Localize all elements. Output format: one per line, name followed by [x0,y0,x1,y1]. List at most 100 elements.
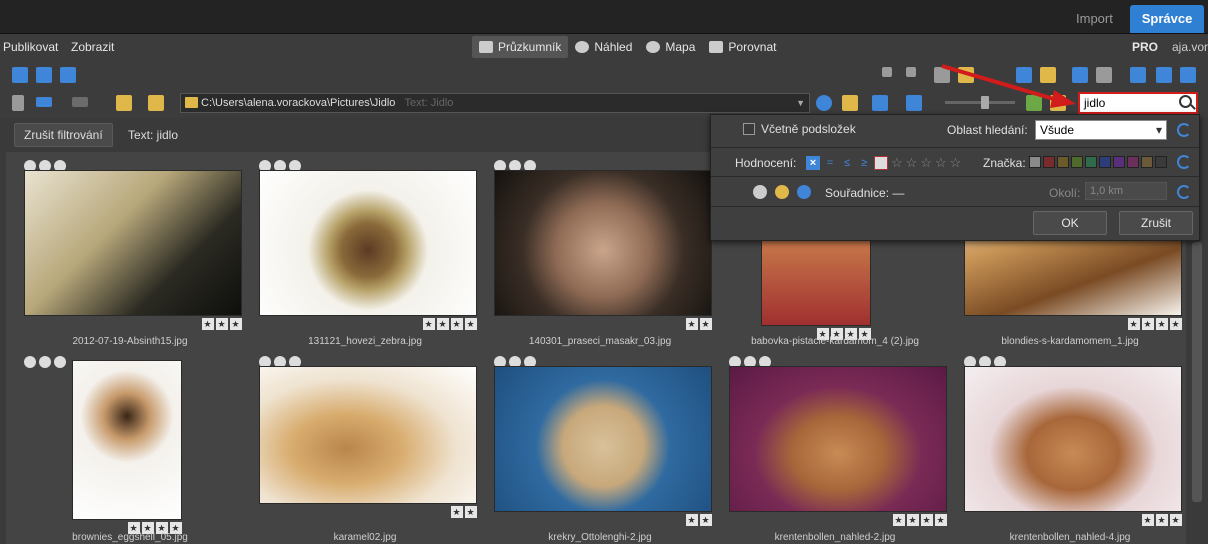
thumbnail-view-icon[interactable] [906,95,922,111]
share-icon[interactable] [1156,67,1172,83]
menu-view[interactable]: Zobrazit [71,40,114,54]
edit-icon[interactable] [1130,67,1146,83]
layout-columns-icon[interactable] [60,67,76,83]
reset-rating-icon[interactable] [1177,155,1191,169]
rating-op-none[interactable]: × [806,156,820,170]
thumbnail-item[interactable]: ★ ★ krekry_Ottolenghi-2.jpg [486,352,714,544]
thumbnail-image[interactable] [964,366,1182,512]
tag-color-swatch[interactable] [1141,156,1153,168]
compare-icon [709,41,724,53]
thumbnail-filename: 140301_praseci_masakr_03.jpg [528,336,672,347]
clear-filter-button[interactable]: Zrušit filtrování [14,123,113,147]
tag-color-swatch[interactable] [1071,156,1083,168]
thumbnail-item[interactable]: ★ ★ 140301_praseci_masakr_03.jpg [486,156,714,352]
thumbnail-image[interactable] [72,360,182,520]
tab-import[interactable]: Import [1064,5,1125,33]
rating-star-3[interactable]: ☆ [920,155,932,171]
radius-input[interactable]: 1,0 km [1085,182,1167,200]
path-dropdown-icon[interactable]: ▼ [796,94,805,112]
divider [711,206,1199,207]
rating-op-equal[interactable]: = [823,156,837,170]
tag-color-swatch[interactable] [1113,156,1125,168]
search-input[interactable]: jidlo [1078,92,1198,114]
thumbnail-item[interactable]: ★ ★ ★ ★ 131121_hovezi_zebra.jpg [251,156,479,352]
include-subfolders-checkbox[interactable] [743,123,755,135]
thumbnail-item[interactable]: ★ ★ karamel02.jpg [251,352,479,544]
settings-icon[interactable] [1180,67,1196,83]
rating-star-icon: ★ [202,318,214,330]
layout-single-icon[interactable] [12,67,28,83]
mode-explorer-label: Průzkumník [498,40,562,54]
location-current-icon[interactable] [775,185,789,199]
location-pin-icon[interactable] [753,185,767,199]
filter-icon[interactable] [12,95,24,111]
no-rating-icon[interactable] [874,156,888,170]
zoom-grid-icon[interactable] [906,67,916,77]
reset-location-icon[interactable] [1177,185,1191,199]
thumbnail-rating: ★ ★ ★ ★ [891,514,947,526]
rating-op-le[interactable]: ≤ [840,156,854,170]
rating-star-icon: ★ [1142,318,1154,330]
thumbnail-image[interactable] [24,170,242,316]
tag-color-swatch[interactable] [1099,156,1111,168]
rating-star-icon: ★ [686,514,698,526]
thumbnail-image[interactable] [259,366,477,504]
tag-color-swatch[interactable] [1043,156,1055,168]
thumbnail-image[interactable] [729,366,947,512]
thumbnail-image[interactable] [494,366,712,512]
mode-map[interactable]: Mapa [639,36,702,58]
tab-manager[interactable]: Správce [1130,5,1204,33]
mode-preview[interactable]: Náhled [568,36,639,58]
thumbnail-rating: ★ ★ ★ ★ [1126,318,1182,330]
tag-icon [54,356,66,368]
thumbnail-filename: krentenbollen_nahled-2.jpg [774,532,896,543]
folder-up-icon[interactable] [116,95,132,111]
rating-star-icon: ★ [423,318,435,330]
search-area-label: Oblast hledání: [947,123,1028,137]
refresh-icon[interactable] [816,95,832,111]
rating-star-4[interactable]: ☆ [935,155,947,171]
reset-search-area-icon[interactable] [1177,123,1191,137]
thumbnail-item[interactable]: ★ ★ ★ ★ brownies_eggshell_05.jpg [16,352,244,544]
tag-color-swatch[interactable] [1085,156,1097,168]
rating-star-icon: ★ [1156,514,1168,526]
cancel-button[interactable]: Zrušit [1119,211,1193,235]
thumbnail-rating: ★ ★ ★ [200,318,242,330]
mode-explorer[interactable]: Průzkumník [472,36,569,58]
rating-star-icon: ★ [700,514,712,526]
search-area-select[interactable]: Všude [1035,120,1167,140]
back-icon[interactable] [36,97,52,107]
scan-icon[interactable] [1096,67,1112,83]
tag-color-swatch[interactable] [1029,156,1041,168]
rating-star-icon: ★ [451,506,463,518]
folder-icon[interactable] [148,95,164,111]
search-icon[interactable] [1179,95,1192,108]
thumbnail-item[interactable]: ★ ★ ★ 2012-07-19-Absinth15.jpg [16,156,244,352]
new-folder-icon[interactable] [842,95,858,111]
layout-split-icon[interactable] [36,67,52,83]
thumbnail-item[interactable]: ★ ★ ★ ★ krentenbollen_nahled-2.jpg [721,352,949,544]
menu-publish[interactable]: Publikovat [3,40,58,54]
thumbnail-item[interactable]: ★ ★ ★ krentenbollen_nahled-4.jpg [956,352,1184,544]
thumbnail-image[interactable] [494,170,712,316]
location-globe-icon[interactable] [797,185,811,199]
mode-compare[interactable]: Porovnat [702,36,783,58]
rating-star-1[interactable]: ☆ [891,155,903,171]
rating-star-5[interactable]: ☆ [950,155,962,171]
thumbnail-image[interactable] [259,170,477,316]
path-bar[interactable]: C:\Users\alena.vorackova\Pictures\Jidlo … [180,93,810,113]
radius-label: Okolí: [1049,186,1081,200]
preview-icon [575,41,590,53]
tag-color-swatch[interactable] [1127,156,1139,168]
tag-color-swatch[interactable] [1057,156,1069,168]
zoom-small-icon[interactable] [882,67,892,77]
rating-op-ge[interactable]: ≥ [857,156,871,170]
path-folder-icon [185,97,198,108]
scrollbar-thumb[interactable] [1192,242,1202,502]
sort-icon[interactable] [872,95,888,111]
ok-button[interactable]: OK [1033,211,1107,235]
rating-star-icon: ★ [216,318,228,330]
forward-icon[interactable] [72,97,88,107]
tag-color-swatch[interactable] [1155,156,1167,168]
rating-star-2[interactable]: ☆ [906,155,918,171]
